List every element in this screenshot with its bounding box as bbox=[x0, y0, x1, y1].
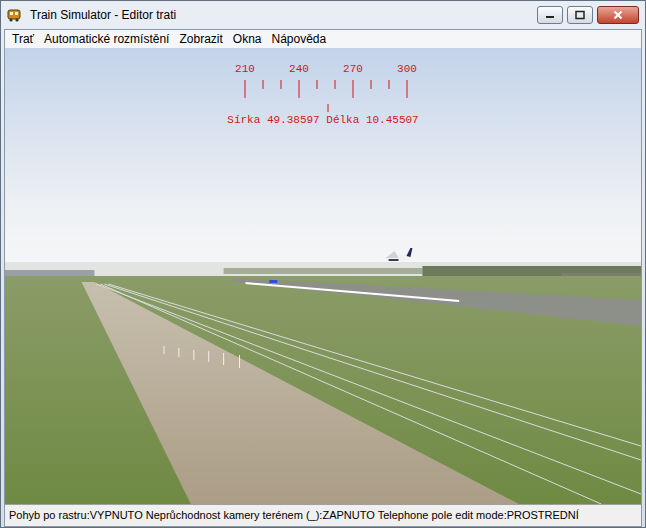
menu-bar: TraťAutomatické rozmístěníZobrazitOknaNá… bbox=[5, 30, 641, 48]
minimize-button[interactable] bbox=[537, 6, 563, 24]
close-button[interactable] bbox=[597, 6, 639, 24]
maximize-button[interactable] bbox=[567, 6, 593, 24]
maximize-icon bbox=[575, 10, 585, 20]
menu-item[interactable]: Okna bbox=[228, 31, 267, 47]
track-viewport[interactable]: 210 240 270 300 Sírka 49.38597 Délka 10.455… bbox=[5, 48, 641, 504]
compass-label: 270 bbox=[343, 62, 363, 76]
status-bar: Pohyb po rastru:VYPNUTO Neprůchodnost ka… bbox=[5, 504, 641, 526]
close-icon bbox=[613, 10, 623, 20]
title-bar[interactable]: Train Simulator - Editor trati bbox=[1, 1, 645, 29]
train-icon bbox=[6, 7, 22, 23]
minimize-icon bbox=[545, 10, 555, 20]
compass: 210 240 270 300 bbox=[223, 62, 423, 114]
compass-label: 240 bbox=[289, 62, 309, 76]
compass-label: 210 bbox=[235, 62, 255, 76]
menu-item[interactable]: Zobrazit bbox=[174, 31, 227, 47]
compass-label: 300 bbox=[397, 62, 417, 76]
menu-item[interactable]: Nápověda bbox=[267, 31, 332, 47]
compass-scale bbox=[223, 80, 423, 114]
menu-item[interactable]: Trať bbox=[7, 31, 39, 47]
app-window: Train Simulator - Editor trati TraťAutom… bbox=[0, 0, 646, 528]
camera-position: Sírka 49.38597 Délka 10.45507 bbox=[5, 113, 641, 127]
menu-item[interactable]: Automatické rozmístění bbox=[39, 31, 174, 47]
window-title: Train Simulator - Editor trati bbox=[30, 6, 529, 24]
